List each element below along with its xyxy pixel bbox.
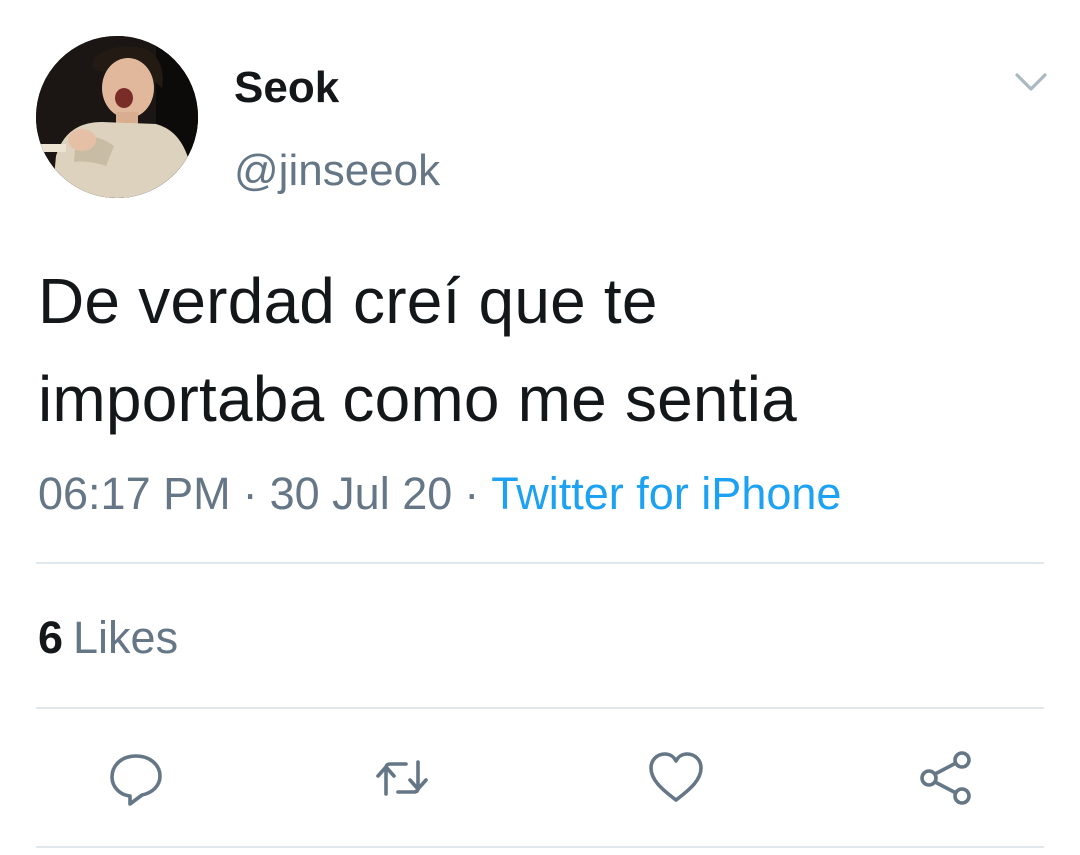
tweet-metadata: 06:17 PM · 30 Jul 20 · Twitter for iPhone bbox=[38, 466, 841, 522]
display-name[interactable]: Seok bbox=[234, 62, 339, 114]
divider bbox=[36, 562, 1044, 564]
tweet-text-line: De verdad creí que te bbox=[38, 265, 658, 337]
tweet-time[interactable]: 06:17 PM bbox=[38, 468, 231, 519]
reply-button[interactable] bbox=[106, 748, 166, 808]
meta-separator: · bbox=[242, 468, 258, 519]
likes-count: 6 bbox=[38, 612, 64, 663]
retweet-button[interactable] bbox=[372, 748, 432, 808]
meta-separator: · bbox=[464, 468, 480, 519]
user-handle[interactable]: @jinseeok bbox=[234, 145, 440, 197]
share-icon bbox=[920, 751, 971, 805]
likes-label: Likes bbox=[73, 612, 179, 663]
tweet-text-line: importaba como me sentia bbox=[38, 363, 797, 435]
reply-icon bbox=[110, 754, 162, 806]
heart-icon bbox=[649, 752, 703, 802]
tweet-source-link[interactable]: Twitter for iPhone bbox=[491, 468, 841, 519]
likes-stat[interactable]: 6 Likes bbox=[38, 610, 178, 666]
more-options-button[interactable] bbox=[1008, 62, 1054, 102]
tweet-date[interactable]: 30 Jul 20 bbox=[270, 468, 453, 519]
tweet-text: De verdad creí que te importaba como me … bbox=[38, 252, 1048, 448]
avatar-image bbox=[36, 36, 198, 198]
share-button[interactable] bbox=[916, 748, 976, 808]
avatar[interactable] bbox=[36, 36, 198, 198]
divider bbox=[36, 846, 1044, 848]
like-button[interactable] bbox=[646, 748, 706, 808]
tweet-detail: Seok @jinseeok De verdad creí que te imp… bbox=[0, 0, 1080, 855]
divider bbox=[36, 707, 1044, 709]
retweet-icon bbox=[376, 760, 428, 796]
chevron-down-icon bbox=[1015, 73, 1047, 91]
